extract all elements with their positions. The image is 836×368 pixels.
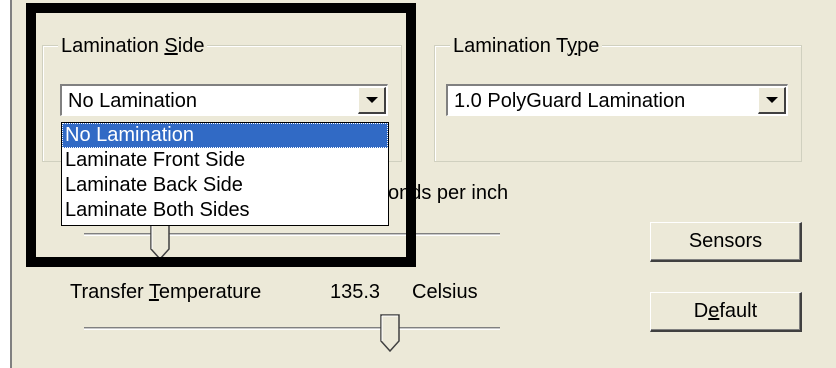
chevron-down-icon: [365, 97, 378, 103]
option-laminate-back-side[interactable]: Laminate Back Side: [62, 173, 388, 198]
speed-unit-label: onds per inch: [388, 182, 509, 204]
lamination-side-options-list[interactable]: No Lamination Laminate Front Side Lamina…: [61, 122, 389, 226]
lamination-side-value: No Lamination: [68, 90, 197, 112]
option-laminate-front-side[interactable]: Laminate Front Side: [62, 148, 388, 173]
option-laminate-both-sides[interactable]: Laminate Both Sides: [62, 198, 388, 223]
transfer-temperature-label: Transfer Temperature: [70, 281, 262, 303]
transfer-temperature-unit: Celsius: [412, 281, 478, 303]
temperature-slider-track[interactable]: [84, 327, 500, 330]
speed-slider-track[interactable]: [84, 233, 500, 236]
default-button[interactable]: De fault: [650, 292, 802, 332]
transfer-temperature-value: 135.3: [330, 281, 381, 303]
lamination-type-value: 1.0 PolyGuard Lamination: [454, 90, 686, 112]
lamination-type-select[interactable]: 1.0 PolyGuard Lamination: [446, 84, 788, 116]
speed-slider-thumb[interactable]: [150, 222, 170, 260]
lamination-type-legend: Lamination Type: [450, 35, 603, 57]
lamination-side-legend: Lamination Side: [58, 35, 208, 57]
lamination-side-select[interactable]: No Lamination: [60, 84, 388, 116]
lamination-type-dropdown-button[interactable]: [758, 87, 786, 114]
option-no-lamination[interactable]: No Lamination: [62, 123, 388, 148]
chevron-down-icon: [765, 97, 778, 103]
temperature-slider-thumb[interactable]: [380, 314, 400, 352]
lamination-side-dropdown-button[interactable]: [358, 87, 386, 114]
sensors-button[interactable]: Sensors: [650, 222, 802, 262]
